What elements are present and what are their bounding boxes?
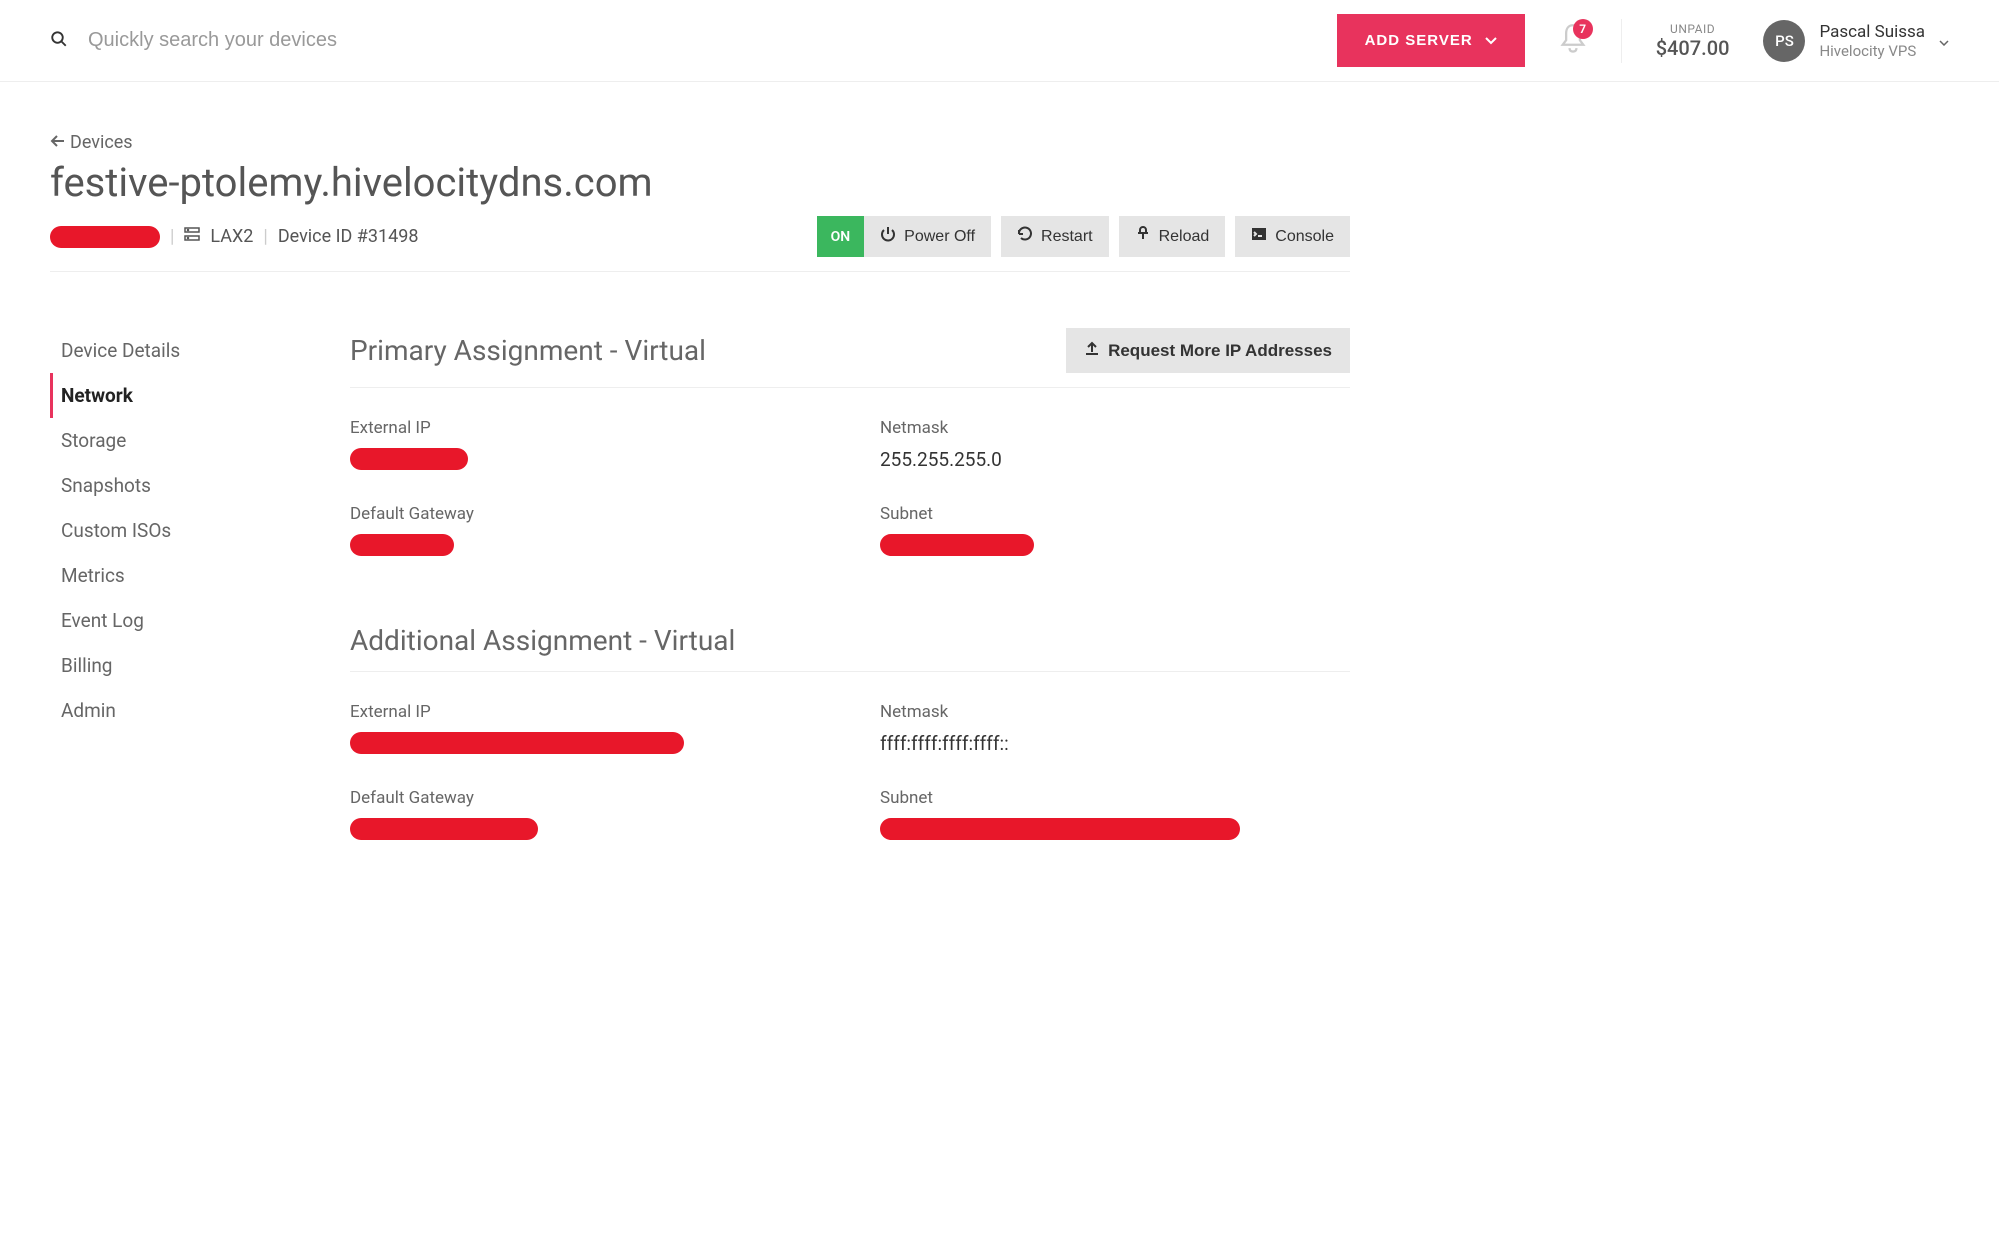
topbar: ADD SERVER 7 UNPAID $407.00 PS Pascal Su… <box>0 0 1999 82</box>
field-external-ip: External IP <box>350 418 820 474</box>
console-button[interactable]: Console <box>1235 216 1350 257</box>
request-ip-button[interactable]: Request More IP Addresses <box>1066 328 1350 373</box>
search-wrap <box>50 29 1317 52</box>
sidebar: Device Details Network Storage Snapshots… <box>50 328 310 908</box>
field-label: Netmask <box>880 702 1350 722</box>
redacted-value <box>880 534 1034 556</box>
search-input[interactable] <box>88 29 1317 52</box>
field-subnet: Subnet <box>880 504 1350 560</box>
redacted-value <box>50 226 160 248</box>
breadcrumb-label: Devices <box>70 132 133 153</box>
content-row: Device Details Network Storage Snapshots… <box>50 328 1350 908</box>
reload-button[interactable]: Reload <box>1119 216 1226 257</box>
sidebar-item-device-details[interactable]: Device Details <box>50 328 310 373</box>
add-server-button[interactable]: ADD SERVER <box>1337 14 1525 67</box>
device-id-label: Device ID #31498 <box>278 226 419 247</box>
back-arrow-icon <box>50 132 64 153</box>
unpaid-summary[interactable]: UNPAID $407.00 <box>1642 22 1744 60</box>
redacted-value <box>880 818 1240 840</box>
sidebar-item-metrics[interactable]: Metrics <box>50 553 310 598</box>
user-menu[interactable]: PS Pascal Suissa Hivelocity VPS <box>1763 20 1949 62</box>
console-label: Console <box>1275 228 1334 246</box>
divider <box>350 671 1350 672</box>
network-panel: Primary Assignment - Virtual Request Mor… <box>350 328 1350 908</box>
chevron-down-icon <box>1485 32 1497 49</box>
field-netmask: Netmask 255.255.255.0 <box>880 418 1350 474</box>
power-icon <box>880 226 896 247</box>
search-icon <box>50 30 68 52</box>
section-header-primary: Primary Assignment - Virtual Request Mor… <box>350 328 1350 373</box>
status-badge: ON <box>817 216 865 257</box>
divider <box>1621 19 1622 63</box>
sidebar-item-storage[interactable]: Storage <box>50 418 310 463</box>
field-netmask: Netmask ffff:ffff:ffff:ffff:: <box>880 702 1350 758</box>
divider <box>350 387 1350 388</box>
field-gateway: Default Gateway <box>350 504 820 560</box>
notifications-button[interactable]: 7 <box>1545 23 1601 59</box>
device-hostname: festive-ptolemy.hivelocitydns.com <box>50 159 1350 206</box>
field-label: External IP <box>350 702 820 722</box>
field-grid-additional: External IP Netmask ffff:ffff:ffff:ffff:… <box>350 702 1350 844</box>
chevron-down-icon <box>1939 31 1949 50</box>
console-icon <box>1251 226 1267 247</box>
unpaid-amount: $407.00 <box>1656 36 1730 60</box>
redacted-value <box>350 534 454 556</box>
field-label: Default Gateway <box>350 788 820 808</box>
upload-icon <box>1084 340 1100 361</box>
field-external-ip: External IP <box>350 702 820 758</box>
section-title: Primary Assignment - Virtual <box>350 334 706 367</box>
device-meta-row: | LAX2 | Device ID #31498 ON Power Off R… <box>50 216 1350 257</box>
field-gateway: Default Gateway <box>350 788 820 844</box>
field-value: 255.255.255.0 <box>880 448 1350 471</box>
user-org: Hivelocity VPS <box>1819 42 1925 60</box>
field-label: Default Gateway <box>350 504 820 524</box>
field-value: ffff:ffff:ffff:ffff:: <box>880 732 1350 755</box>
request-ip-label: Request More IP Addresses <box>1108 341 1332 361</box>
sidebar-item-network[interactable]: Network <box>50 373 310 418</box>
section-title: Additional Assignment - Virtual <box>350 624 735 657</box>
add-server-label: ADD SERVER <box>1365 32 1473 49</box>
field-subnet: Subnet <box>880 788 1350 844</box>
section-header-additional: Additional Assignment - Virtual <box>350 624 1350 657</box>
restart-button[interactable]: Restart <box>1001 216 1109 257</box>
unpaid-label: UNPAID <box>1656 22 1730 36</box>
reload-icon <box>1135 226 1151 247</box>
sidebar-item-event-log[interactable]: Event Log <box>50 598 310 643</box>
sidebar-item-snapshots[interactable]: Snapshots <box>50 463 310 508</box>
field-label: Subnet <box>880 504 1350 524</box>
user-name: Pascal Suissa <box>1819 22 1925 42</box>
avatar: PS <box>1763 20 1805 62</box>
field-grid-primary: External IP Netmask 255.255.255.0 Defaul… <box>350 418 1350 560</box>
datacenter-icon <box>184 226 200 247</box>
bell-icon <box>1559 40 1587 59</box>
meta-separator: | <box>263 226 267 247</box>
sidebar-item-admin[interactable]: Admin <box>50 688 310 733</box>
restart-label: Restart <box>1041 228 1093 246</box>
device-actions: ON Power Off Restart Reload Console <box>817 216 1350 257</box>
field-label: Netmask <box>880 418 1350 438</box>
breadcrumb-back[interactable]: Devices <box>50 132 1350 153</box>
device-meta: | LAX2 | Device ID #31498 <box>50 226 418 248</box>
redacted-value <box>350 448 468 470</box>
notification-badge: 7 <box>1573 19 1593 39</box>
sidebar-item-custom-isos[interactable]: Custom ISOs <box>50 508 310 553</box>
power-off-label: Power Off <box>904 228 975 246</box>
divider <box>50 271 1350 272</box>
power-off-button[interactable]: Power Off <box>864 216 991 257</box>
meta-separator: | <box>170 226 174 247</box>
datacenter-label: LAX2 <box>210 226 253 247</box>
main-content: Devices festive-ptolemy.hivelocitydns.co… <box>0 82 1400 948</box>
restart-icon <box>1017 226 1033 247</box>
redacted-value <box>350 818 538 840</box>
field-label: External IP <box>350 418 820 438</box>
sidebar-item-billing[interactable]: Billing <box>50 643 310 688</box>
redacted-value <box>350 732 684 754</box>
field-label: Subnet <box>880 788 1350 808</box>
user-meta: Pascal Suissa Hivelocity VPS <box>1819 22 1925 60</box>
reload-label: Reload <box>1159 228 1210 246</box>
